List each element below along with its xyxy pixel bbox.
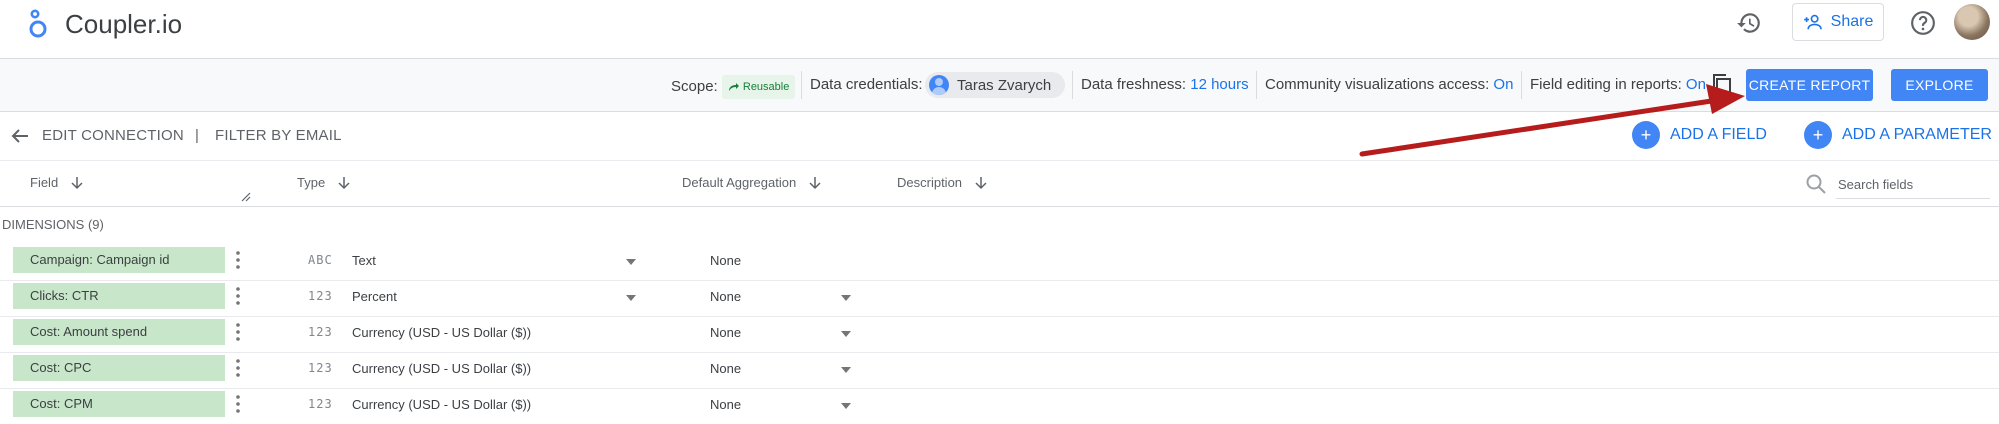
top-bar: Coupler.io Share: [0, 0, 1999, 59]
divider: [801, 71, 802, 99]
aggregation-select[interactable]: None: [710, 325, 741, 340]
column-aggregation-label: Default Aggregation: [682, 175, 797, 190]
explore-button[interactable]: EXPLORE: [1891, 69, 1988, 101]
share-arrow-icon: [728, 83, 739, 91]
breadcrumb-separator: |: [195, 127, 200, 144]
divider: [1256, 71, 1257, 99]
credentials-user: Taras Zvarych: [957, 76, 1052, 94]
community-label: Community visualizations access:: [1265, 76, 1490, 93]
type-number-icon: 123: [308, 289, 333, 303]
connection-bar: Scope: Reusable Data credentials: Taras …: [0, 59, 1999, 112]
filter-by-email-link[interactable]: FILTER BY EMAIL: [215, 126, 342, 146]
divider: [1521, 71, 1522, 99]
aggregation-select[interactable]: None: [710, 289, 741, 304]
table-row[interactable]: Clicks: CTR 123 Percent None: [0, 280, 1999, 317]
divider: [1072, 71, 1073, 99]
freshness-value[interactable]: 12 hours: [1190, 76, 1248, 93]
type-text-icon: ABC: [308, 253, 333, 267]
type-number-icon: 123: [308, 397, 333, 411]
aggregation-select[interactable]: None: [710, 397, 741, 412]
add-parameter-button[interactable]: + ADD A PARAMETER: [1804, 121, 1992, 149]
add-field-button[interactable]: + ADD A FIELD: [1632, 121, 1767, 149]
freshness: Data freshness: 12 hours: [1081, 75, 1249, 95]
field-name-chip[interactable]: Cost: Amount spend: [13, 319, 225, 345]
field-name-chip[interactable]: Campaign: Campaign id: [13, 247, 225, 273]
add-person-icon: [1803, 14, 1822, 30]
sort-arrow-icon: [809, 176, 821, 189]
reusable-chip[interactable]: Reusable: [721, 75, 796, 99]
reusable-chip-label: Reusable: [742, 81, 790, 93]
more-vert-icon[interactable]: [234, 249, 242, 271]
scope-label: Scope:: [671, 77, 718, 95]
scope: Scope: Reusable: [671, 75, 796, 99]
sort-arrow-icon: [71, 176, 83, 189]
copy-icon[interactable]: [1711, 73, 1733, 97]
column-description-label: Description: [897, 175, 963, 190]
add-field-label: ADD A FIELD: [1670, 126, 1767, 143]
type-value: Currency (USD - US Dollar ($)): [352, 397, 532, 412]
dropdown-arrow-icon[interactable]: [626, 259, 636, 265]
type-number-icon: 123: [308, 361, 333, 375]
freshness-label: Data freshness:: [1081, 76, 1187, 93]
column-header: Field Type Default Aggregation Descripti…: [0, 161, 1999, 207]
avatar[interactable]: [1954, 4, 1990, 40]
arrow-back-icon[interactable]: [10, 126, 30, 146]
dropdown-arrow-icon[interactable]: [626, 295, 636, 301]
aggregation-value: None: [710, 253, 742, 268]
search-icon: [1806, 174, 1826, 194]
credentials-chip[interactable]: Taras Zvarych: [925, 72, 1066, 98]
more-vert-icon[interactable]: [234, 393, 242, 415]
more-vert-icon[interactable]: [234, 321, 242, 343]
type-number-icon: 123: [308, 325, 333, 339]
dropdown-arrow-icon[interactable]: [841, 331, 851, 337]
column-description[interactable]: Description: [897, 175, 988, 190]
plus-icon: +: [1804, 121, 1832, 149]
field-editing: Field editing in reports: On: [1530, 75, 1706, 95]
history-icon[interactable]: [1736, 10, 1762, 36]
search-input[interactable]: [1836, 170, 1990, 199]
create-report-button[interactable]: CREATE REPORT: [1746, 69, 1873, 101]
sort-arrow-icon: [338, 176, 350, 189]
field-editing-value[interactable]: On: [1686, 76, 1706, 93]
share-button[interactable]: Share: [1792, 3, 1884, 41]
more-vert-icon[interactable]: [234, 285, 242, 307]
column-field-label: Field: [30, 175, 59, 190]
table-row[interactable]: Cost: Amount spend 123 Currency (USD - U…: [0, 316, 1999, 353]
field-editing-label: Field editing in reports:: [1530, 76, 1682, 93]
community-access: Community visualizations access: On: [1265, 75, 1513, 95]
field-name-chip[interactable]: Cost: CPC: [13, 355, 225, 381]
plus-icon: +: [1632, 121, 1660, 149]
sort-arrow-icon: [975, 176, 987, 189]
app-title: Coupler.io: [65, 9, 183, 39]
type-select[interactable]: Percent: [352, 289, 397, 304]
edit-connection-link[interactable]: EDIT CONNECTION: [42, 126, 184, 146]
dropdown-arrow-icon[interactable]: [841, 295, 851, 301]
coupler-logo-icon: [29, 9, 47, 38]
help-icon[interactable]: [1910, 10, 1936, 36]
credentials-label: Data credentials:: [810, 76, 923, 93]
dropdown-arrow-icon[interactable]: [841, 367, 851, 373]
more-vert-icon[interactable]: [234, 357, 242, 379]
type-select[interactable]: Text: [352, 253, 376, 268]
type-value: Currency (USD - US Dollar ($)): [352, 361, 532, 376]
dropdown-arrow-icon[interactable]: [841, 403, 851, 409]
table-row[interactable]: Cost: CPC 123 Currency (USD - US Dollar …: [0, 352, 1999, 389]
column-type-label: Type: [297, 175, 326, 190]
resize-handle-icon[interactable]: [241, 192, 251, 202]
action-bar: EDIT CONNECTION | FILTER BY EMAIL + ADD …: [0, 112, 1999, 161]
column-aggregation[interactable]: Default Aggregation: [682, 175, 822, 190]
dimensions-label: DIMENSIONS (9): [2, 217, 104, 232]
user-icon: [929, 75, 949, 95]
community-value[interactable]: On: [1493, 76, 1513, 93]
column-type[interactable]: Type: [297, 175, 351, 190]
table-row[interactable]: Campaign: Campaign id ABC Text None: [0, 244, 1999, 281]
add-parameter-label: ADD A PARAMETER: [1842, 126, 1992, 143]
aggregation-select[interactable]: None: [710, 361, 741, 376]
share-label: Share: [1830, 13, 1874, 30]
column-field[interactable]: Field: [30, 175, 84, 190]
type-value: Currency (USD - US Dollar ($)): [352, 325, 532, 340]
field-name-chip[interactable]: Clicks: CTR: [13, 283, 225, 309]
table-row[interactable]: Cost: CPM 123 Currency (USD - US Dollar …: [0, 388, 1999, 424]
field-name-chip[interactable]: Cost: CPM: [13, 391, 225, 417]
